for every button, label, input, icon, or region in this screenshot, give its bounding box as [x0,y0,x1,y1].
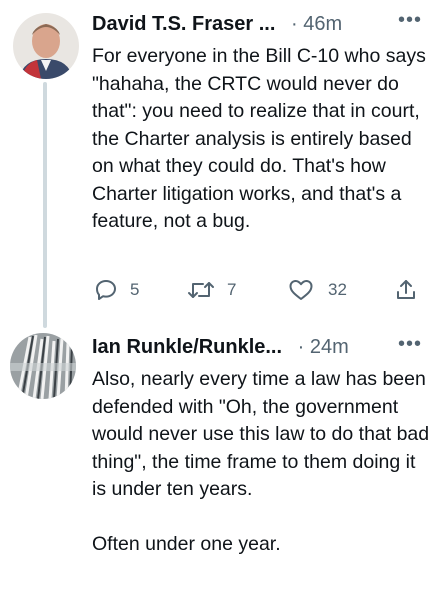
author-name[interactable]: David T.S. Fraser ... [92,13,275,35]
author-name[interactable]: Ian Runkle/Runkle... [92,336,282,358]
like-count: 32 [328,280,347,299]
retweet-button[interactable]: 7 [187,275,236,305]
share-icon [394,278,418,302]
tweet-text: Also, nearly every time a law has been d… [92,368,430,555]
tweet-header: David T.S. Fraser ... · 46m [92,12,342,36]
retweet-count: 7 [227,280,237,299]
tweet-timestamp[interactable]: · 46m [291,13,342,35]
thread-connector-line [43,82,47,328]
share-button[interactable] [394,275,418,305]
more-icon[interactable]: ••• [398,10,422,30]
reply-button[interactable]: 5 [94,275,139,305]
tweet-text: For everyone in the Bill C-10 who says "… [92,45,426,232]
tweet-timestamp[interactable]: · 24m [298,336,349,358]
reply-icon [94,278,118,302]
more-icon[interactable]: ••• [398,334,422,354]
like-button[interactable]: 32 [288,275,347,305]
like-icon [288,278,314,302]
tweet-header: Ian Runkle/Runkle... · 24m [92,335,349,359]
reply-count: 5 [130,280,140,299]
tweet-actions: 5 7 32 [92,275,422,305]
avatar-ian-runkle[interactable] [10,333,76,399]
avatar-david-fraser[interactable] [13,13,79,79]
retweet-icon [187,278,215,302]
